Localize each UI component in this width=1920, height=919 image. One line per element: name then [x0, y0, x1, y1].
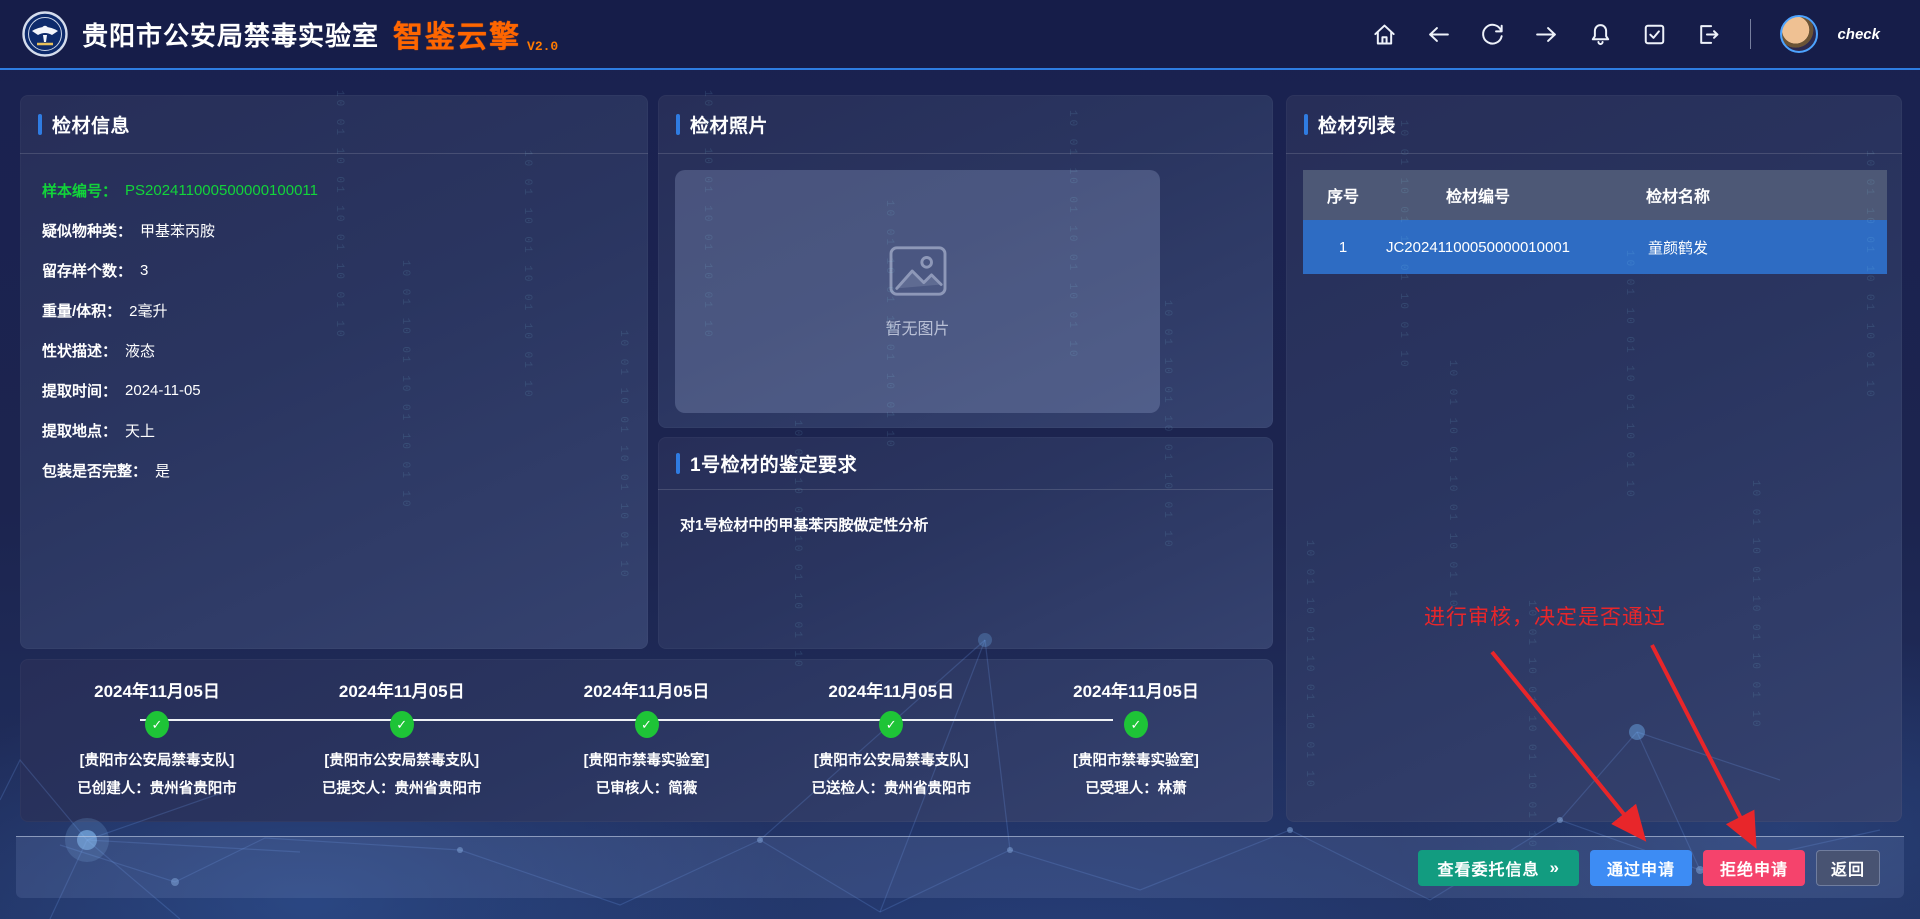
field-sample-code: 样本编号： PS202411000500000100011	[42, 170, 648, 210]
requirement-title-bar: 1号检材的鉴定要求	[658, 437, 1273, 490]
specimen-table-header: 序号 检材编号 检材名称	[1303, 170, 1887, 220]
header-toolbar: check	[1372, 15, 1880, 53]
header-divider	[1750, 19, 1751, 49]
back-button[interactable]: 返回	[1816, 850, 1880, 886]
cell-no: 1	[1303, 239, 1383, 256]
top-header: 贵阳市公安局禁毒实验室 智鉴云擎 V2.0	[0, 0, 1920, 70]
photo-empty-text: 暂无图片	[885, 315, 949, 339]
title-accent-bar	[38, 114, 42, 135]
title-accent-bar	[1304, 114, 1308, 135]
timeline-steps: 2024年11月05日 ✓ [贵阳市公安局禁毒支队] 已创建人：贵州省贵阳市 2…	[20, 659, 1273, 822]
user-avatar[interactable]	[1780, 15, 1818, 53]
col-no: 序号	[1303, 183, 1383, 207]
app-title: 贵阳市公安局禁毒实验室	[82, 16, 379, 53]
view-commission-button[interactable]: 查看委托信息 »	[1418, 850, 1579, 886]
specimen-info-title-bar: 检材信息	[20, 95, 648, 154]
version-label: V2.0	[527, 39, 558, 54]
specimen-photo-title-bar: 检材照片	[658, 95, 1273, 154]
specimen-table: 序号 检材编号 检材名称 1 JC20241100050000010001 童颜…	[1303, 170, 1887, 274]
specimen-photo-title: 检材照片	[690, 111, 768, 138]
brand-logo-text: 智鉴云擎	[393, 12, 521, 56]
field-extract-time: 提取时间： 2024-11-05	[42, 370, 648, 410]
check-circle-icon: ✓	[635, 711, 659, 738]
check-circle-icon: ✓	[390, 711, 414, 738]
specimen-list-panel: 检材列表 序号 检材编号 检材名称 1 JC202411000500000100…	[1286, 95, 1902, 822]
requirement-content: 对1号检材中的甲基苯丙胺做定性分析	[658, 490, 1273, 535]
check-circle-icon: ✓	[879, 711, 903, 738]
username-label: check	[1837, 26, 1880, 43]
specimen-info-panel: 检材信息 样本编号： PS202411000500000100011 疑似物种类…	[20, 95, 648, 649]
specimen-list-title: 检材列表	[1318, 111, 1396, 138]
specimen-list-title-bar: 检材列表	[1286, 95, 1902, 154]
cell-name: 童颜鹤发	[1573, 237, 1783, 258]
requirement-title: 1号检材的鉴定要求	[690, 450, 857, 477]
review-annotation-text: 进行审核，决定是否通过	[1424, 601, 1666, 631]
timeline-step-accepted: 2024年11月05日 ✓ [贵阳市禁毒实验室] 已受理人：林萧	[1014, 677, 1258, 822]
logout-icon[interactable]	[1696, 22, 1721, 47]
approve-button[interactable]: 通过申请	[1590, 850, 1692, 886]
refresh-icon[interactable]	[1480, 22, 1505, 47]
field-retained-count: 留存样个数： 3	[42, 250, 648, 290]
specimen-photo-panel: 检材照片 暂无图片	[658, 95, 1273, 428]
home-icon[interactable]	[1372, 22, 1397, 47]
police-badge-logo	[22, 11, 68, 57]
timeline-step-reviewed: 2024年11月05日 ✓ [贵阳市禁毒实验室] 已审核人：简薇	[525, 677, 769, 822]
title-accent-bar	[676, 453, 680, 474]
image-placeholder-icon	[887, 244, 949, 303]
col-code: 检材编号	[1383, 183, 1573, 207]
field-weight-volume: 重量/体积： 2毫升	[42, 290, 648, 330]
field-extract-place: 提取地点： 天上	[42, 410, 648, 450]
specimen-info-fields: 样本编号： PS202411000500000100011 疑似物种类： 甲基苯…	[20, 154, 648, 490]
bell-icon[interactable]	[1588, 22, 1613, 47]
forward-icon[interactable]	[1534, 22, 1559, 47]
timeline-step-sent: 2024年11月05日 ✓ [贵阳市公安局禁毒支队] 已送检人：贵州省贵阳市	[769, 677, 1013, 822]
footer-action-bar: 查看委托信息 » 通过申请 拒绝申请 返回	[16, 836, 1904, 898]
specimen-info-title: 检材信息	[52, 111, 130, 138]
col-name: 检材名称	[1573, 183, 1783, 207]
reject-button[interactable]: 拒绝申请	[1703, 850, 1805, 886]
field-package-intact: 包装是否完整： 是	[42, 450, 648, 490]
requirement-panel: 1号检材的鉴定要求 对1号检材中的甲基苯丙胺做定性分析	[658, 437, 1273, 649]
back-icon[interactable]	[1426, 22, 1451, 47]
double-chevron-icon: »	[1550, 858, 1559, 878]
field-character-desc: 性状描述： 液态	[42, 330, 648, 370]
timeline-step-created: 2024年11月05日 ✓ [贵阳市公安局禁毒支队] 已创建人：贵州省贵阳市	[35, 677, 279, 822]
todo-check-icon[interactable]	[1642, 22, 1667, 47]
specimen-table-row-selected[interactable]: 1 JC20241100050000010001 童颜鹤发	[1303, 220, 1887, 274]
check-circle-icon: ✓	[145, 711, 169, 738]
field-suspected-type: 疑似物种类： 甲基苯丙胺	[42, 210, 648, 250]
title-accent-bar	[676, 114, 680, 135]
app-window: 10 01 10 01 10 01 10 01 10 10 01 10 01 1…	[0, 0, 1920, 919]
photo-empty-placeholder: 暂无图片	[675, 170, 1160, 413]
timeline-step-submitted: 2024年11月05日 ✓ [贵阳市公安局禁毒支队] 已提交人：贵州省贵阳市	[280, 677, 524, 822]
check-circle-icon: ✓	[1124, 711, 1148, 738]
cell-code: JC20241100050000010001	[1383, 239, 1573, 256]
